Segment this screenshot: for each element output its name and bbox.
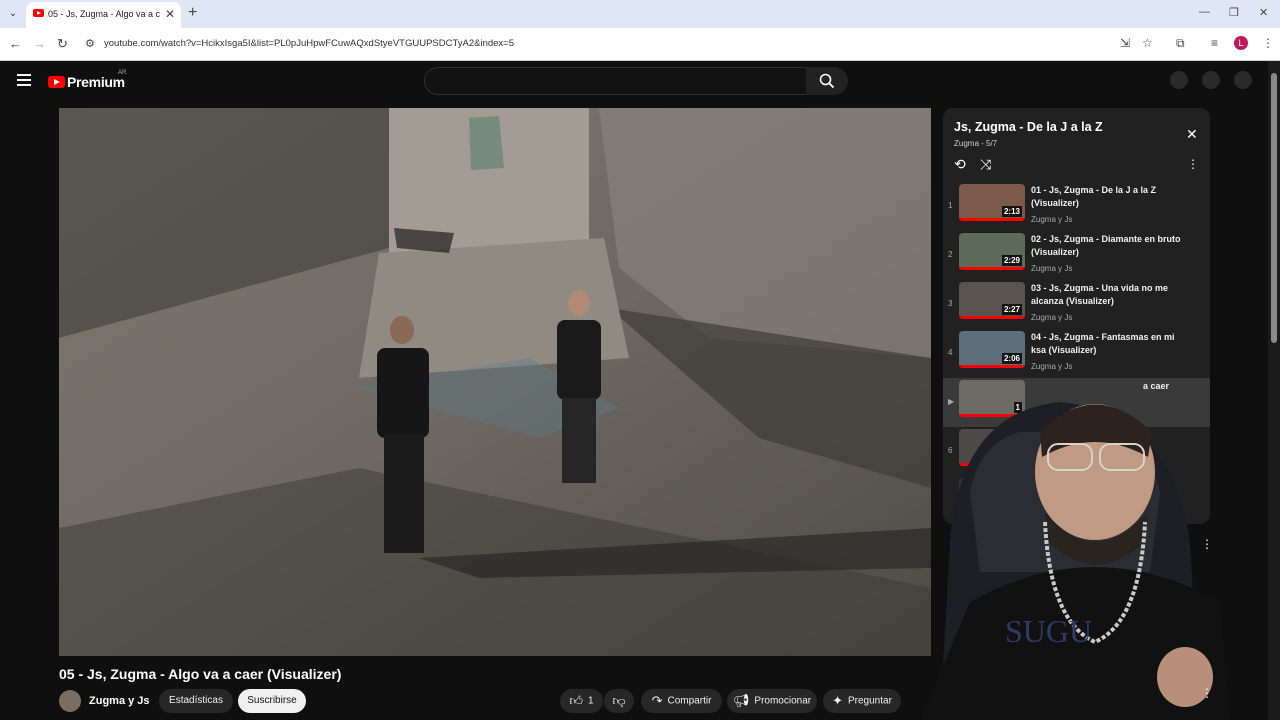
create-button[interactable] xyxy=(1170,71,1188,89)
install-app-icon[interactable]: ⇲ xyxy=(1120,36,1130,50)
channel-avatar[interactable] xyxy=(59,690,81,712)
logo-wordmark: Premium xyxy=(67,73,125,90)
video-player[interactable] xyxy=(59,108,931,656)
hamburger-menu-icon[interactable] xyxy=(17,74,31,89)
item-index: 4 xyxy=(948,348,953,357)
extensions-puzzle-icon[interactable]: ⧉ xyxy=(1176,36,1185,51)
search-icon xyxy=(819,73,835,89)
back-arrow-icon[interactable]: ← xyxy=(9,36,22,51)
search-input[interactable] xyxy=(424,67,808,95)
like-button[interactable]: 👍︎ 1 xyxy=(560,689,603,713)
promote-label: Promocionar xyxy=(754,695,812,707)
media-control-icon[interactable]: ≡ xyxy=(1211,36,1218,50)
megaphone-icon: 📢︎ xyxy=(732,693,750,708)
ask-button[interactable]: ✦ Preguntar xyxy=(823,689,901,713)
video-thumbnail: 2:27 xyxy=(959,282,1025,319)
notifications-button[interactable] xyxy=(1202,71,1220,89)
person-left xyxy=(377,316,429,553)
watched-progress xyxy=(959,218,1025,221)
video-title: 05 - Js, Zugma - Algo va a caer (Visuali… xyxy=(59,666,342,682)
item-title: 04 - Js, Zugma - Fantasmas en mi ksa (Vi… xyxy=(1031,332,1175,355)
video-thumbnail: 2:29 xyxy=(959,233,1025,270)
duration-badge: 2:13 xyxy=(1001,206,1022,217)
webcam-overlay: SUGU xyxy=(900,372,1230,720)
forward-arrow-icon[interactable]: → xyxy=(33,36,46,51)
browser-tab-strip: ⌄ 05 - Js, Zugma - Algo va a caer ✕ + — … xyxy=(0,0,1280,28)
channel-name[interactable]: Zugma y Js xyxy=(89,695,150,707)
share-label: Compartir xyxy=(667,695,712,707)
item-index: 1 xyxy=(948,201,953,210)
youtube-header: Premium AR xyxy=(0,61,1268,101)
more-options-icon[interactable]: ⋮ xyxy=(1201,686,1213,700)
more-options-icon[interactable]: ⋮ xyxy=(1201,537,1213,551)
shuffle-icon[interactable]: ⤨ xyxy=(980,156,991,173)
watched-progress xyxy=(959,316,1025,319)
url-text: youtube.com/watch?v=HcikxIsga5I&list=PL0… xyxy=(104,38,514,49)
item-title: 01 - Js, Zugma - De la J a la Z (Visuali… xyxy=(1031,185,1157,208)
item-channel: Zugma y Js xyxy=(1031,362,1073,371)
watched-progress xyxy=(959,267,1025,270)
watched-progress xyxy=(959,365,1025,368)
like-count: 1 xyxy=(588,695,594,707)
stats-button[interactable]: Estadísticas xyxy=(159,689,233,713)
search-button[interactable] xyxy=(806,67,848,95)
browser-menu-icon[interactable]: ⋮ xyxy=(1262,36,1274,50)
page-scrollbar[interactable] xyxy=(1268,61,1280,720)
playlist-item[interactable]: 2 2:29 02 - Js, Zugma - Diamante en brut… xyxy=(943,231,1210,280)
scrollbar-thumb[interactable] xyxy=(1271,73,1277,343)
tab-search-chevron-icon[interactable]: ⌄ xyxy=(5,6,21,22)
subscribe-button[interactable]: Suscribirse xyxy=(238,689,306,713)
playlist-subtitle: Zugma - 5/7 xyxy=(954,139,998,148)
close-icon[interactable]: ✕ xyxy=(1186,126,1198,143)
reload-icon[interactable]: ↻ xyxy=(57,36,68,52)
thumbs-up-icon: 👍︎ xyxy=(569,693,584,708)
address-bar[interactable]: ⚙ youtube.com/watch?v=HcikxIsga5I&list=P… xyxy=(80,32,1140,56)
item-channel: Zugma y Js xyxy=(1031,313,1073,322)
bookmark-star-icon[interactable]: ☆ xyxy=(1142,36,1153,50)
tab-close-icon[interactable]: ✕ xyxy=(165,7,175,21)
item-title: 02 - Js, Zugma - Diamante en bruto (Visu… xyxy=(1031,234,1181,257)
duration-badge: 2:27 xyxy=(1001,304,1022,315)
video-frame-image xyxy=(59,108,931,656)
item-index: 2 xyxy=(948,250,953,259)
playlist-item[interactable]: 4 2:06 04 - Js, Zugma - Fantasmas en mi … xyxy=(943,329,1210,378)
country-code: AR xyxy=(118,70,127,76)
minimize-button[interactable]: — xyxy=(1199,6,1210,18)
item-channel: Zugma y Js xyxy=(1031,264,1073,273)
close-window-button[interactable]: ✕ xyxy=(1259,6,1268,19)
thumbs-down-icon: 👎︎ xyxy=(612,693,626,708)
video-thumbnail: 2:13 xyxy=(959,184,1025,221)
promote-button[interactable]: 📢︎ Promocionar xyxy=(727,689,817,713)
youtube-logo[interactable]: Premium AR xyxy=(48,70,127,91)
sparkle-icon: ✦ xyxy=(832,693,843,708)
share-button[interactable]: ↷ Compartir xyxy=(641,689,722,713)
new-tab-button[interactable]: + xyxy=(188,4,197,22)
item-channel: Zugma y Js xyxy=(1031,215,1073,224)
youtube-play-logo-icon xyxy=(48,75,65,88)
playlist-item[interactable]: 3 2:27 03 - Js, Zugma - Una vida no me a… xyxy=(943,280,1210,329)
streamer-image: SUGU xyxy=(920,402,1230,720)
account-avatar[interactable] xyxy=(1234,71,1252,89)
tab-title: 05 - Js, Zugma - Algo va a caer xyxy=(48,9,160,19)
svg-text:SUGU: SUGU xyxy=(1005,613,1092,649)
playlist-title[interactable]: Js, Zugma - De la J a la Z xyxy=(954,120,1103,134)
item-index: 3 xyxy=(948,299,953,308)
profile-avatar[interactable]: L xyxy=(1234,36,1248,50)
ask-label: Preguntar xyxy=(847,695,892,707)
restore-button[interactable]: ❐ xyxy=(1229,6,1239,19)
dislike-button[interactable]: 👎︎ xyxy=(604,689,634,713)
video-thumbnail: 2:06 xyxy=(959,331,1025,368)
more-options-icon[interactable]: ⋮ xyxy=(1187,157,1199,171)
playlist-item[interactable]: 1 2:13 01 - Js, Zugma - De la J a la Z (… xyxy=(943,182,1210,231)
site-info-icon[interactable]: ⚙ xyxy=(85,37,95,50)
browser-toolbar: ← → ↻ ⚙ youtube.com/watch?v=HcikxIsga5I&… xyxy=(0,28,1280,61)
loop-icon[interactable]: ⟲ xyxy=(954,156,966,173)
share-icon: ↷ xyxy=(651,693,663,708)
item-title: 03 - Js, Zugma - Una vida no me alcanza … xyxy=(1031,283,1169,306)
duration-badge: 2:29 xyxy=(1001,255,1022,266)
duration-badge: 2:06 xyxy=(1001,353,1022,364)
youtube-favicon-icon xyxy=(33,9,44,17)
browser-tab-active[interactable]: 05 - Js, Zugma - Algo va a caer ✕ xyxy=(26,2,181,28)
